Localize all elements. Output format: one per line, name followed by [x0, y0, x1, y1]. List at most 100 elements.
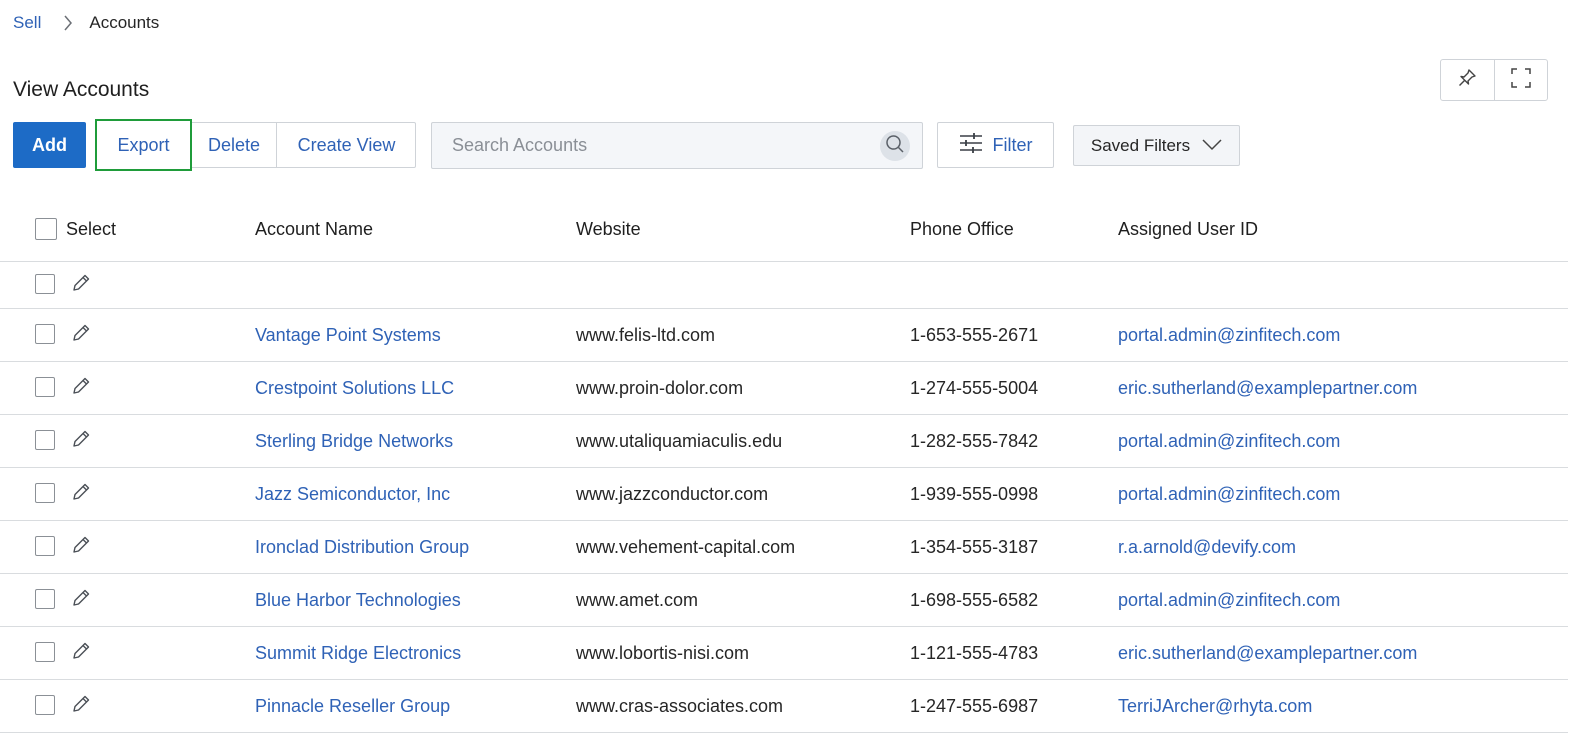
edit-button[interactable]: [70, 693, 92, 720]
search-button[interactable]: [880, 131, 910, 161]
pin-icon: [1457, 68, 1477, 93]
row-checkbox[interactable]: [35, 483, 55, 503]
search-box: [431, 122, 923, 169]
assigned-user-link[interactable]: portal.admin@zinfitech.com: [1118, 484, 1340, 505]
delete-button[interactable]: Delete: [192, 123, 276, 167]
website-cell: www.proin-dolor.com: [576, 378, 744, 398]
edit-button[interactable]: [70, 428, 92, 455]
pencil-icon: [70, 481, 92, 508]
row-checkbox[interactable]: [35, 430, 55, 450]
row-checkbox[interactable]: [35, 324, 55, 344]
account-name-link[interactable]: Sterling Bridge Networks: [255, 431, 453, 452]
select-all-checkbox[interactable]: [35, 218, 57, 240]
header-website[interactable]: Website: [576, 219, 641, 240]
account-name-link[interactable]: Blue Harbor Technologies: [255, 590, 461, 611]
website-cell: www.vehement-capital.com: [576, 537, 796, 557]
pencil-icon: [70, 428, 92, 455]
row-checkbox[interactable]: [35, 377, 55, 397]
table-row: Ironclad Distribution Group www.vehement-…: [0, 521, 1568, 574]
edit-button[interactable]: [70, 640, 92, 667]
row-checkbox[interactable]: [35, 695, 55, 715]
assigned-user-link[interactable]: eric.sutherland@examplepartner.com: [1118, 643, 1417, 664]
assigned-user-link[interactable]: portal.admin@zinfitech.com: [1118, 590, 1340, 611]
pencil-icon: [70, 640, 92, 667]
row-checkbox[interactable]: [35, 642, 55, 662]
breadcrumb-sell-link[interactable]: Sell: [13, 13, 41, 33]
row-checkbox[interactable]: [35, 536, 55, 556]
pencil-icon: [70, 322, 92, 349]
edit-button[interactable]: [70, 375, 92, 402]
edit-button[interactable]: [70, 322, 92, 349]
phone-office-cell: 1-121-555-4783: [910, 643, 1039, 663]
website-cell: www.cras-associates.com: [576, 696, 784, 716]
saved-filters-label: Saved Filters: [1090, 135, 1191, 155]
assigned-user-link[interactable]: TerriJArcher@rhyta.com: [1118, 696, 1312, 717]
phone-office-cell: 1-282-555-7842: [910, 431, 1039, 451]
chevron-right-icon: [63, 15, 73, 31]
row-checkbox[interactable]: [35, 274, 55, 294]
accounts-page: Sell Accounts View Accounts Add Export D…: [0, 0, 1594, 749]
chevron-down-icon: [1202, 136, 1222, 156]
table-row: Summit Ridge Electronics www.lobortis-nis…: [0, 627, 1568, 680]
table-row: Blue Harbor Technologies www.amet.com 1-69…: [0, 574, 1568, 627]
edit-button[interactable]: [70, 587, 92, 614]
page-title: View Accounts: [13, 78, 150, 102]
account-name-link[interactable]: Crestpoint Solutions LLC: [255, 378, 454, 399]
header-account-name[interactable]: Account Name: [255, 219, 373, 240]
table-row: Jazz Semiconductor, Inc www.jazzconductor…: [0, 468, 1568, 521]
phone-office-cell: 1-698-555-6582: [910, 590, 1039, 610]
table-row: Sterling Bridge Networks www.utaliquamiac…: [0, 415, 1568, 468]
action-button-group: Export Delete Create View: [95, 119, 416, 171]
pencil-icon: [70, 375, 92, 402]
create-view-button[interactable]: Create View: [276, 123, 416, 167]
edit-button[interactable]: [70, 272, 92, 299]
table-row: Vantage Point Systems www.felis-ltd.com 1-…: [0, 309, 1568, 362]
header-phone-office[interactable]: Phone Office: [910, 219, 1014, 240]
phone-office-cell: 1-653-555-2671: [910, 325, 1039, 345]
website-cell: www.jazzconductor.com: [576, 484, 769, 504]
view-tools: [1440, 59, 1548, 101]
fullscreen-button[interactable]: [1493, 60, 1548, 100]
header-select: Select: [66, 219, 117, 239]
table-body: Vantage Point Systems www.felis-ltd.com 1-…: [0, 262, 1568, 733]
website-cell: www.utaliquamiaculis.edu: [576, 431, 783, 451]
assigned-user-link[interactable]: eric.sutherland@examplepartner.com: [1118, 378, 1417, 399]
phone-office-cell: 1-939-555-0998: [910, 484, 1039, 504]
assigned-user-link[interactable]: portal.admin@zinfitech.com: [1118, 325, 1340, 346]
account-name-link[interactable]: Summit Ridge Electronics: [255, 643, 461, 664]
table-row: Crestpoint Solutions LLC www.proin-dolor.…: [0, 362, 1568, 415]
breadcrumb-current: Accounts: [89, 13, 160, 32]
account-name-link[interactable]: Jazz Semiconductor, Inc: [255, 484, 450, 505]
search-input[interactable]: [432, 123, 872, 168]
breadcrumb: Sell Accounts: [13, 13, 159, 33]
pencil-icon: [70, 272, 92, 299]
fullscreen-icon: [1510, 67, 1532, 94]
table-header: Select Account Name Website Phone Office…: [0, 200, 1568, 262]
search-icon: [885, 134, 905, 159]
edit-button[interactable]: [70, 534, 92, 561]
filter-label: Filter: [992, 134, 1033, 155]
account-name-link[interactable]: Ironclad Distribution Group: [255, 537, 469, 558]
assigned-user-link[interactable]: portal.admin@zinfitech.com: [1118, 431, 1340, 452]
table-row: Pinnacle Reseller Group www.cras-associat…: [0, 680, 1568, 733]
accounts-table: Select Account Name Website Phone Office…: [0, 200, 1568, 733]
account-name-link[interactable]: Vantage Point Systems: [255, 325, 441, 346]
pin-button[interactable]: [1441, 60, 1494, 100]
assigned-user-link[interactable]: r.a.arnold@devify.com: [1118, 537, 1296, 558]
sliders-icon: [959, 132, 983, 159]
website-cell: www.lobortis-nisi.com: [576, 643, 750, 663]
add-button[interactable]: Add: [13, 122, 86, 168]
pencil-icon: [70, 587, 92, 614]
account-name-link[interactable]: Pinnacle Reseller Group: [255, 696, 450, 717]
header-assigned-user-id[interactable]: Assigned User ID: [1118, 219, 1258, 240]
filter-button[interactable]: Filter: [937, 122, 1054, 168]
row-checkbox[interactable]: [35, 589, 55, 609]
pencil-icon: [70, 534, 92, 561]
export-button[interactable]: Export: [95, 119, 192, 171]
phone-office-cell: 1-354-555-3187: [910, 537, 1039, 557]
table-row: [0, 262, 1568, 309]
phone-office-cell: 1-247-555-6987: [910, 696, 1039, 716]
edit-button[interactable]: [70, 481, 92, 508]
saved-filters-dropdown[interactable]: Saved Filters: [1073, 125, 1240, 166]
website-cell: www.amet.com: [576, 590, 699, 610]
